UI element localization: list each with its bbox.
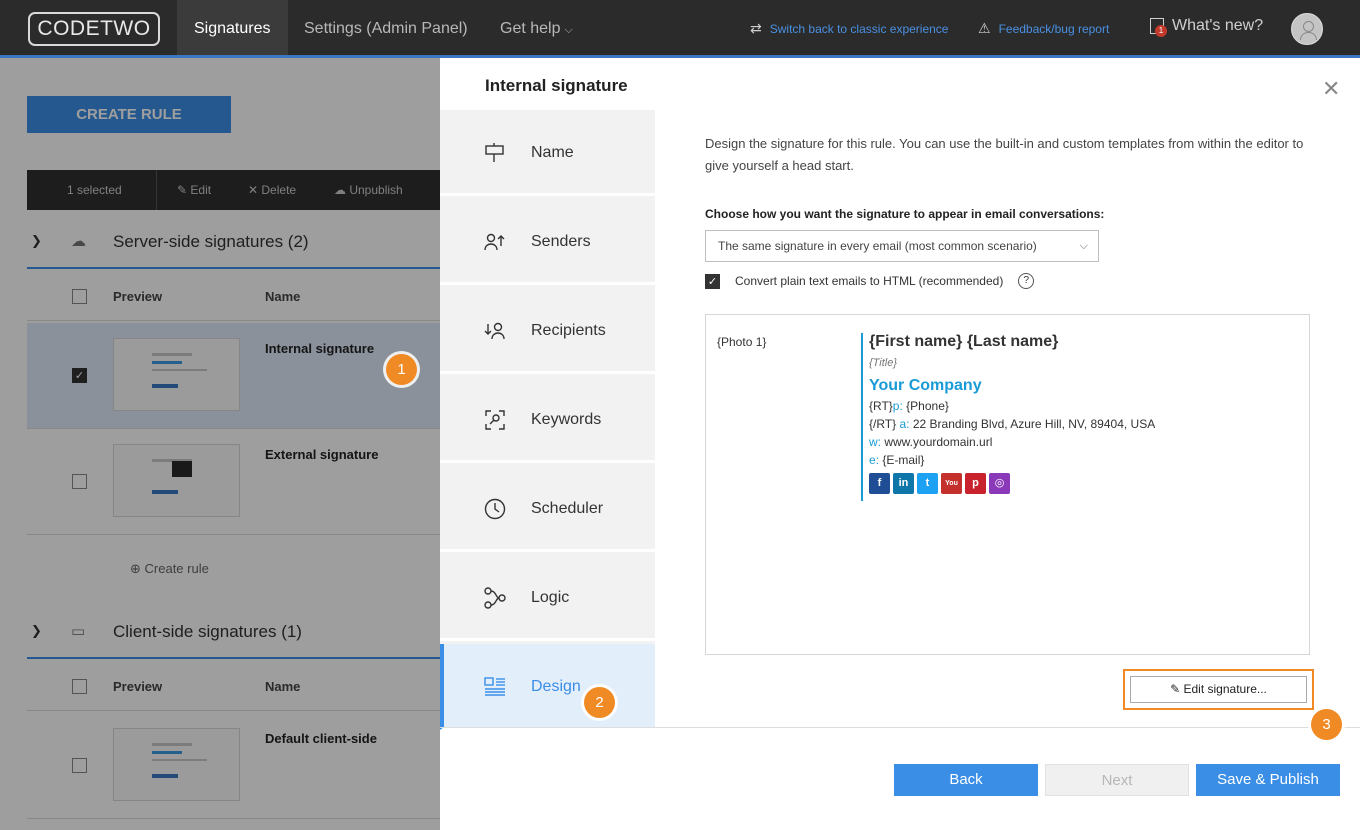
codetwo-logo[interactable]: CODETWO [28,12,160,46]
nav-settings[interactable]: Settings (Admin Panel) [304,0,468,55]
twitter-icon: t [917,473,938,494]
save-publish-button[interactable]: Save & Publish [1196,764,1340,796]
close-icon[interactable]: ✕ [1322,76,1340,102]
step-label: Scheduler [531,500,604,517]
whats-new-label: What's new? [1172,17,1264,34]
chevron-down-icon: ⌵ [1079,240,1088,252]
signature-preview: {Photo 1} {First name} {Last name} {Titl… [705,314,1310,655]
edit-signature-label: Edit signature... [1183,682,1267,696]
step-marker-2: 2 [584,687,615,718]
news-badge: 1 [1155,25,1167,37]
email-value: {E-mail} [882,453,925,467]
user-avatar-icon[interactable] [1291,13,1323,45]
conversation-mode-value: The same signature in every email (most … [718,239,1037,253]
sig-address: {/RT} a: 22 Branding Blvd, Azure Hill, N… [869,417,1241,431]
conversation-mode-select[interactable]: The same signature in every email (most … [705,230,1099,262]
help-icon[interactable]: ? [1018,273,1035,289]
address-value: 22 Branding Blvd, Azure Hill, NV, 89404,… [912,417,1156,431]
step-marker-1: 1 [386,354,417,385]
feedback-label: Feedback/bug report [998,21,1110,36]
convert-html-label: Convert plain text emails to HTML (recom… [735,274,1004,288]
sig-email: e: {E-mail} [869,453,1241,467]
switch-classic-label: Switch back to classic experience [769,21,949,36]
address-key: a: [899,417,910,431]
linkedin-icon: in [893,473,914,494]
sig-website: w: www.yourdomain.url [869,435,1241,449]
footer-divider [440,727,1360,728]
edit-signature-highlight: ✎ Edit signature... [1123,669,1314,710]
convert-html-option[interactable]: ✓ Convert plain text emails to HTML (rec… [705,273,1035,289]
feedback-link[interactable]: ⚠ Feedback/bug report [978,20,1109,37]
design-icon [484,677,505,696]
top-bar: CODETWO Signatures Settings (Admin Panel… [0,0,1360,58]
facebook-icon: f [869,473,890,494]
switch-classic-link[interactable]: ⇄ Switch back to classic experience [750,20,948,37]
phone-value: {Phone} [906,399,949,413]
nav-signatures[interactable]: Signatures [177,0,288,55]
website-key: w: [869,435,881,449]
youtube-icon: You [941,473,962,494]
email-key: e: [869,453,880,467]
instagram-icon: ◎ [989,473,1010,494]
swap-icon: ⇄ [750,20,762,36]
dialog-title: Internal signature [485,76,628,95]
design-step-content: Design the signature for this rule. You … [705,133,1315,655]
whats-new-link[interactable]: 1 What's new? [1150,17,1264,37]
pinterest-icon: p [965,473,986,494]
step-label: Senders [531,233,591,250]
logic-icon [484,587,506,609]
signpost-icon [485,143,504,162]
website-value: www.yourdomain.url [884,435,993,449]
recipients-icon [484,322,505,340]
sig-phone: {RT}p: {Phone} [869,399,1241,413]
sig-name: {First name} {Last name} [869,333,1059,350]
step-design[interactable]: Design [440,644,655,730]
pencil-icon: ✎ [1170,682,1184,696]
step-label: Logic [531,589,570,606]
rule-dialog: Internal signature ✕ Name Senders Recipi… [440,58,1360,830]
social-icons: f in t You p ◎ [869,473,1241,494]
modal-overlay[interactable] [0,58,440,830]
step-logic[interactable]: Logic [440,555,655,641]
photo-placeholder: {Photo 1} [717,335,767,349]
conversation-mode-label: Choose how you want the signature to app… [705,207,1105,221]
convert-html-checkbox[interactable]: ✓ [705,273,720,289]
chevron-down-icon: ⌵ [564,24,573,36]
rt-close-tag: {/RT} [869,417,897,431]
step-scheduler[interactable]: Scheduler [440,466,655,552]
next-button[interactable]: Next [1045,764,1189,796]
step-label: Design [531,678,581,695]
step-label: Name [531,144,574,161]
step-label: Keywords [531,411,602,428]
wizard-steps: Name Senders Recipients Keywords Schedul… [440,110,655,730]
sig-title: {Title} [869,357,898,369]
keywords-icon [485,410,505,430]
rt-tag: {RT} [869,399,893,413]
feedback-icon: ⚠ [978,20,991,36]
step-marker-3: 3 [1311,709,1342,740]
news-icon: 1 [1150,18,1167,37]
nav-get-help[interactable]: Get help ⌵ [500,0,573,55]
step-keywords[interactable]: Keywords [440,377,655,463]
nav-get-help-label: Get help [500,20,561,37]
signature-block: {First name} {Last name} {Title} Your Co… [861,333,1241,501]
clock-icon [484,498,506,520]
senders-icon [484,233,505,251]
phone-key: p: [892,399,903,413]
back-button[interactable]: Back [894,764,1038,796]
step-label: Recipients [531,322,606,339]
step-senders[interactable]: Senders [440,199,655,285]
sig-company: Your Company [869,377,982,394]
step-name[interactable]: Name [440,110,655,196]
step-recipients[interactable]: Recipients [440,288,655,374]
edit-signature-button[interactable]: ✎ Edit signature... [1130,676,1307,703]
step-description: Design the signature for this rule. You … [705,136,1304,173]
